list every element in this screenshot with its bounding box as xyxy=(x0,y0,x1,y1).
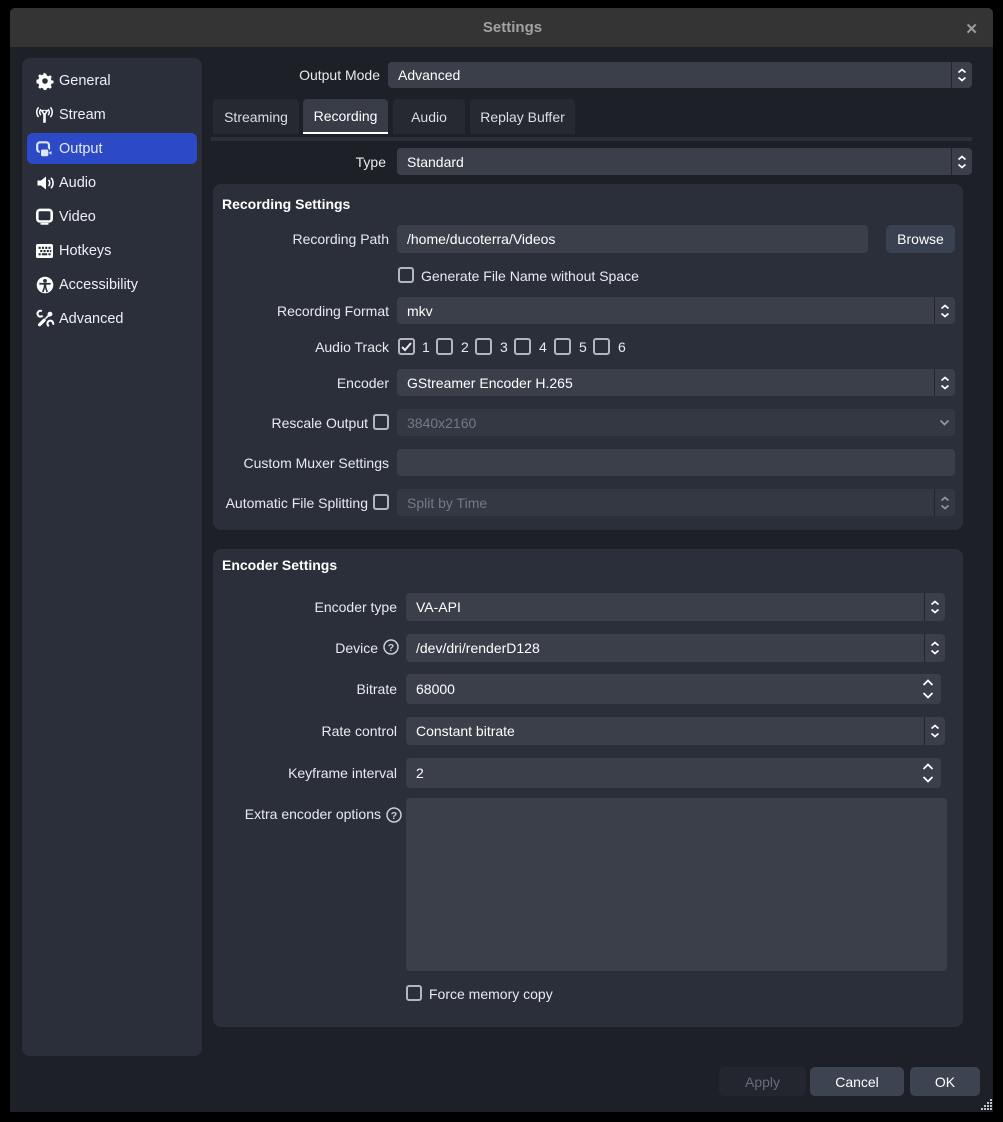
svg-text:?: ? xyxy=(391,810,397,822)
svg-text:?: ? xyxy=(388,642,394,654)
